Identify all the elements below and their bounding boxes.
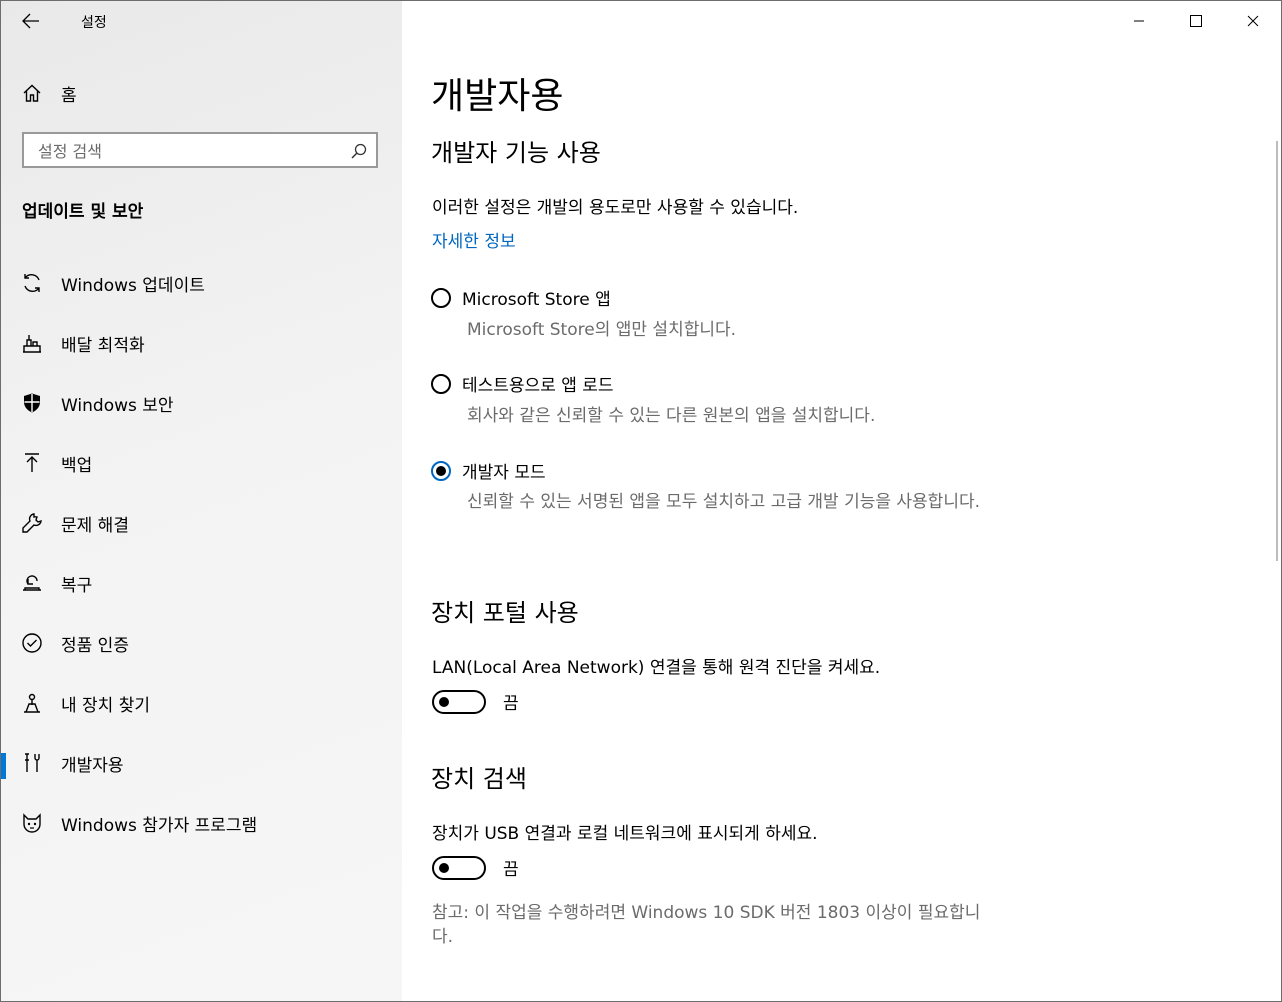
sidebar-item-activation[interactable]: 정품 인증	[1, 613, 402, 673]
sidebar-item-troubleshoot[interactable]: 문제 해결	[1, 493, 402, 553]
maximize-button[interactable]	[1167, 1, 1224, 41]
device-discovery-toggle-row: 끔	[432, 855, 519, 880]
sidebar-item-label: 정품 인증	[61, 635, 129, 656]
sidebar-item-label: Windows 업데이트	[61, 275, 205, 296]
dev-features-description: 이러한 설정은 개발의 용도로만 사용할 수 있습니다.	[432, 198, 799, 218]
page-title: 개발자용	[431, 76, 564, 117]
device-portal-toggle-row: 끔	[432, 689, 519, 714]
sidebar-item-label: Windows 보안	[61, 395, 174, 416]
device-portal-description: LAN(Local Area Network) 연결을 통해 원격 진단을 켜세…	[432, 658, 881, 678]
settings-window: 설정 홈 업데이트 및 보안	[0, 0, 1282, 1002]
refresh-icon	[21, 272, 43, 294]
learn-more-link[interactable]: 자세한 정보	[432, 227, 516, 252]
toggle-state-label: 끔	[503, 860, 519, 880]
sidebar-item-delivery-optimization[interactable]: 배달 최적화	[1, 313, 402, 373]
minimize-icon	[1133, 20, 1144, 22]
window-caption-buttons	[1110, 1, 1281, 41]
option-store-apps[interactable]: Microsoft Store 앱	[431, 285, 611, 310]
radio-developer-mode[interactable]	[431, 460, 451, 481]
option-developer-mode[interactable]: 개발자 모드	[431, 458, 546, 483]
app-title: 설정	[81, 15, 107, 31]
option-description: Microsoft Store의 앱만 설치합니다.	[467, 320, 737, 340]
search-icon[interactable]	[350, 142, 368, 160]
sdk-note: 참고: 이 작업을 수행하려면 Windows 10 SDK 버전 1803 이…	[432, 903, 981, 947]
dev-features-heading: 개발자 기능 사용	[431, 139, 601, 167]
find-device-icon	[21, 692, 43, 714]
developer-tools-icon	[21, 752, 43, 774]
device-discovery-heading: 장치 검색	[431, 765, 527, 793]
back-arrow-icon	[22, 13, 39, 29]
radio-label: 테스트용으로 앱 로드	[462, 376, 614, 396]
shield-icon	[21, 392, 43, 414]
sidebar-item-backup[interactable]: 백업	[1, 433, 402, 493]
sidebar-item-label: 내 장치 찾기	[61, 695, 151, 716]
sidebar-item-windows-insider[interactable]: Windows 참가자 프로그램	[1, 793, 402, 853]
device-portal-heading: 장치 포털 사용	[431, 599, 579, 627]
main-content: 개발자용 개발자 기능 사용 이러한 설정은 개발의 용도로만 사용할 수 있습…	[402, 1, 1281, 1001]
minimize-button[interactable]	[1110, 1, 1167, 41]
sidebar-item-label: 복구	[61, 575, 93, 596]
check-circle-icon	[21, 632, 43, 654]
sidebar-item-windows-security[interactable]: Windows 보안	[1, 373, 402, 433]
sidebar-item-find-my-device[interactable]: 내 장치 찾기	[1, 673, 402, 733]
device-portal-toggle[interactable]	[432, 689, 486, 714]
backup-arrow-icon	[21, 452, 43, 474]
radio-store-apps[interactable]	[431, 287, 451, 308]
sidebar-item-label: 홈	[61, 85, 77, 106]
option-sideload-apps[interactable]: 테스트용으로 앱 로드	[431, 371, 614, 396]
close-button[interactable]	[1224, 1, 1281, 41]
recovery-icon	[21, 572, 43, 594]
radio-sideload-apps[interactable]	[431, 373, 451, 394]
wrench-icon	[21, 512, 43, 534]
sidebar-item-label: 개발자용	[61, 755, 124, 776]
sidebar-item-label: Windows 참가자 프로그램	[61, 815, 258, 836]
sidebar-nav-list: Windows 업데이트 배달 최적화 Windows 보안 백업 문제 해결 …	[1, 253, 402, 853]
sidebar-item-label: 백업	[61, 455, 93, 476]
insider-cat-icon	[21, 812, 43, 834]
sidebar-item-for-developers[interactable]: 개발자용	[1, 733, 402, 793]
sidebar-item-recovery[interactable]: 복구	[1, 553, 402, 613]
home-icon	[21, 82, 43, 104]
delivery-optimization-icon	[21, 332, 43, 354]
sidebar-item-windows-update[interactable]: Windows 업데이트	[1, 253, 402, 313]
sidebar-item-home[interactable]: 홈	[1, 73, 402, 113]
toggle-state-label: 끔	[503, 694, 519, 714]
maximize-icon	[1189, 15, 1202, 27]
radio-label: Microsoft Store 앱	[462, 290, 611, 310]
option-description: 회사와 같은 신뢰할 수 있는 다른 원본의 앱을 설치합니다.	[467, 406, 876, 426]
back-button[interactable]	[11, 5, 51, 37]
sidebar-item-label: 배달 최적화	[61, 335, 145, 356]
device-discovery-description: 장치가 USB 연결과 로컬 네트워크에 표시되게 하세요.	[432, 824, 818, 844]
search-input[interactable]	[36, 138, 340, 164]
scrollbar[interactable]	[1276, 141, 1278, 561]
close-icon	[1247, 15, 1258, 27]
radio-label: 개발자 모드	[462, 463, 546, 483]
sidebar-item-label: 문제 해결	[61, 515, 129, 536]
device-discovery-toggle[interactable]	[432, 855, 486, 880]
sidebar-section-header: 업데이트 및 보안	[22, 202, 144, 222]
search-box	[22, 132, 378, 168]
sidebar: 설정 홈 업데이트 및 보안	[1, 1, 402, 1001]
option-description: 신뢰할 수 있는 서명된 앱을 모두 설치하고 고급 개발 기능을 사용합니다.	[467, 492, 981, 512]
